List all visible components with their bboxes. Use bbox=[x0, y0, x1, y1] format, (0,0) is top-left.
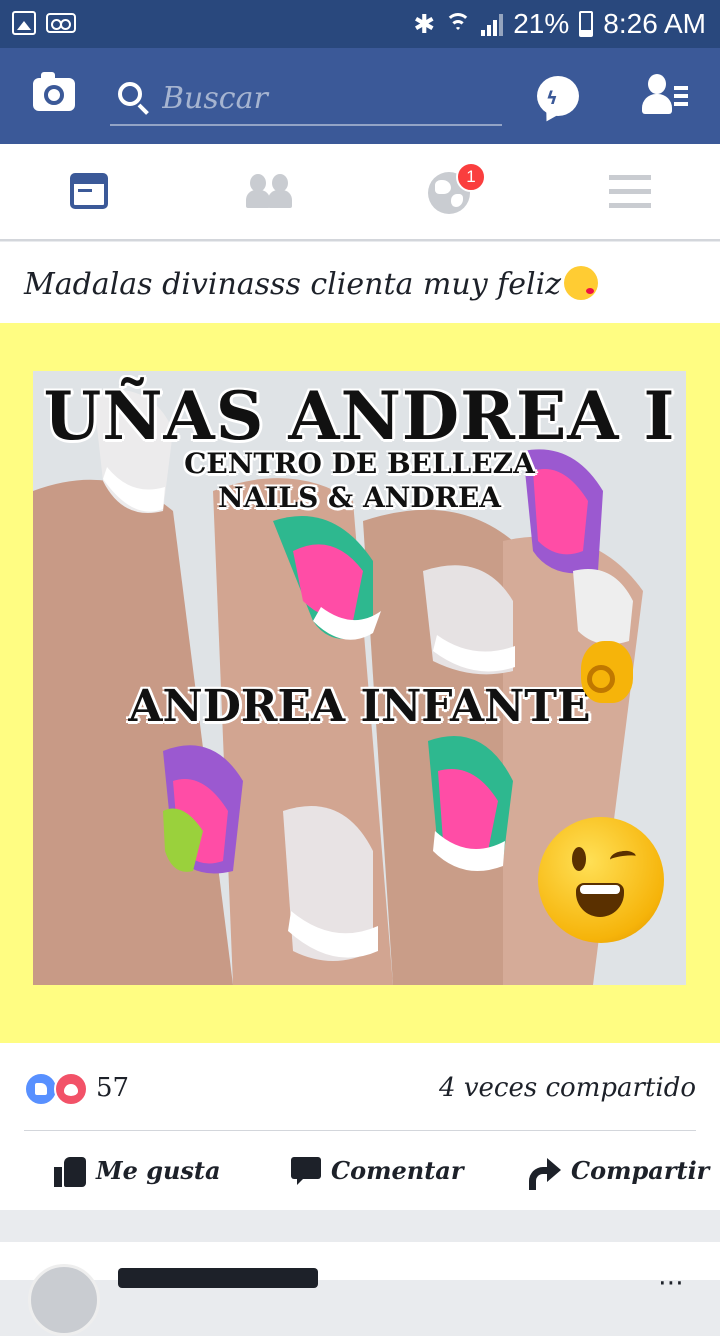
comment-icon bbox=[291, 1156, 321, 1185]
clock: 8:26 AM bbox=[603, 8, 706, 39]
more-options-icon[interactable]: ⋯ bbox=[658, 1268, 686, 1298]
share-button[interactable]: Compartir bbox=[529, 1131, 709, 1210]
like-label: Me gusta bbox=[96, 1156, 221, 1185]
share-icon bbox=[529, 1157, 561, 1190]
battery-percentage: 21% bbox=[513, 8, 570, 39]
comment-label: Comentar bbox=[331, 1156, 464, 1185]
post-photo[interactable]: UÑAS ANDREA I CENTRO DE BELLEZA NAILS & … bbox=[0, 323, 720, 1043]
newsfeed-icon bbox=[70, 173, 108, 209]
image-icon bbox=[12, 11, 36, 35]
shares-count[interactable]: 4 veces compartido bbox=[439, 1073, 696, 1103]
post-stats: 57 4 veces compartido bbox=[0, 1043, 720, 1131]
messenger-icon[interactable]: ϟ bbox=[537, 76, 579, 116]
tab-news-feed[interactable] bbox=[30, 144, 150, 239]
signal-icon bbox=[481, 12, 504, 36]
post-text: Madalas divinasss clienta muy feliz bbox=[24, 266, 599, 302]
post-actions: Me gusta Comentar Compartir bbox=[0, 1131, 720, 1210]
author-name-placeholder[interactable] bbox=[118, 1268, 318, 1288]
search-input[interactable] bbox=[162, 76, 492, 120]
kiss-emoji-icon bbox=[564, 266, 599, 300]
like-reaction-icon[interactable] bbox=[24, 1072, 58, 1106]
comment-button[interactable]: Comentar bbox=[291, 1131, 464, 1210]
reactions-count[interactable]: 57 bbox=[96, 1073, 129, 1103]
search-icon bbox=[118, 82, 142, 106]
tab-friends[interactable] bbox=[210, 144, 330, 239]
image-title: UÑAS ANDREA I bbox=[43, 377, 676, 455]
image-subtitle: CENTRO DE BELLEZA bbox=[184, 447, 535, 480]
thumbs-up-icon bbox=[54, 1155, 86, 1187]
battery-icon bbox=[579, 11, 594, 37]
ok-hand-emoji-icon bbox=[581, 641, 633, 703]
status-bar: ✱ 21% 8:26 AM bbox=[0, 0, 720, 48]
like-button[interactable]: Me gusta bbox=[54, 1131, 221, 1210]
camera-icon[interactable] bbox=[33, 72, 75, 111]
tab-bar: 1 bbox=[0, 144, 720, 241]
nail-art-image: UÑAS ANDREA I CENTRO DE BELLEZA NAILS & … bbox=[33, 371, 686, 985]
wifi-icon bbox=[445, 13, 472, 35]
wink-emoji-icon bbox=[538, 817, 664, 943]
contacts-icon[interactable] bbox=[642, 74, 690, 116]
friends-icon bbox=[246, 172, 294, 210]
avatar[interactable] bbox=[28, 1264, 100, 1336]
love-reaction-icon[interactable] bbox=[54, 1072, 88, 1106]
notification-badge: 1 bbox=[456, 162, 486, 192]
search-bar[interactable] bbox=[110, 76, 502, 126]
next-post-card: ⋯ bbox=[0, 1242, 720, 1336]
voicemail-icon bbox=[46, 13, 76, 33]
bluetooth-icon: ✱ bbox=[413, 8, 436, 39]
tab-menu[interactable] bbox=[570, 144, 690, 239]
share-label: Compartir bbox=[571, 1156, 710, 1185]
app-bar: ϟ bbox=[0, 48, 720, 144]
post-card: Madalas divinasss clienta muy feliz UÑAS… bbox=[0, 242, 720, 1210]
hamburger-icon bbox=[609, 175, 651, 209]
tab-notifications[interactable]: 1 bbox=[390, 144, 510, 239]
image-subtitle-2: NAILS & ANDREA bbox=[217, 481, 502, 514]
